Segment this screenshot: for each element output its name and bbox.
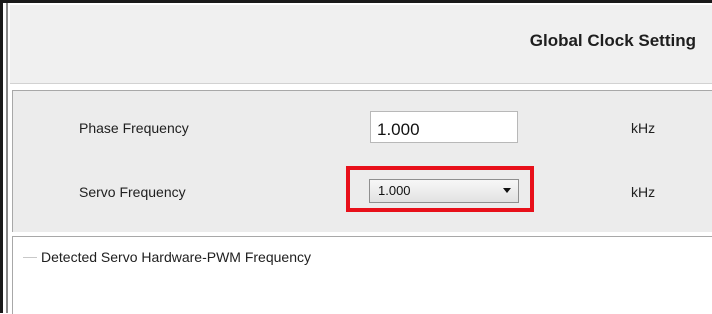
page-title: Global Clock Setting <box>529 31 696 50</box>
group-box-title: Detected Servo Hardware-PWM Frequency <box>41 249 311 265</box>
servo-frequency-selected-value: 1.000 <box>378 183 411 198</box>
servo-frequency-dropdown[interactable]: 1.000 <box>369 179 519 203</box>
frequency-settings-panel: Phase Frequency kHz Servo Frequency 1.00… <box>12 90 712 232</box>
window-border-top <box>0 0 712 3</box>
servo-frequency-unit: kHz <box>631 184 656 200</box>
phase-frequency-input[interactable] <box>370 111 518 143</box>
servo-frequency-label: Servo Frequency <box>79 184 186 200</box>
window-inner-border <box>6 3 8 313</box>
group-box-line <box>23 257 37 258</box>
header-panel: Global Clock Setting <box>10 5 712 84</box>
chevron-down-icon <box>503 188 511 193</box>
phase-frequency-label: Phase Frequency <box>79 120 189 136</box>
phase-frequency-unit: kHz <box>631 120 656 136</box>
clock-settings-window: Global Clock Setting Phase Frequency kHz… <box>0 0 712 314</box>
detected-pwm-frequency-group: Detected Servo Hardware-PWM Frequency <box>12 236 712 314</box>
window-border-left <box>0 0 3 313</box>
